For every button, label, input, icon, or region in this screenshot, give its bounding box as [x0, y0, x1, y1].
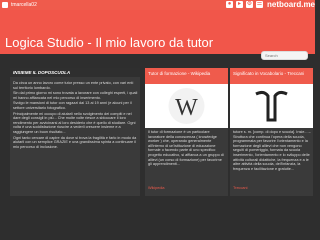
main-paragraph: Principalmente mi occupo di aiutarli nel…: [13, 111, 136, 134]
card-header: Significato in Vocabolario - Treccani: [230, 68, 313, 84]
user-name[interactable]: tmarcella02: [11, 1, 37, 9]
link-card-treccani[interactable]: Significato in Vocabolario - Treccani tu…: [230, 68, 313, 196]
main-card-header: INSIEME IL DOPOSCUOLA: [10, 68, 140, 77]
card-text: Il tutor di formazione è un particolare …: [148, 130, 224, 167]
main-card-title: INSIEME IL DOPOSCUOLA: [13, 70, 71, 75]
main-card-body: Da circa un anno lavoro come tutor press…: [13, 81, 138, 149]
top-bar: tmarcella02 ● ▸ ⚙ ☰ netboard.me: [0, 0, 315, 10]
board-header: Logica Studio - Il mio lavoro da tutor: [0, 10, 315, 54]
search-placeholder: Search: [265, 53, 278, 58]
wikipedia-logo-icon: W: [168, 88, 205, 124]
main-paragraph: Svolgo le mansioni di tutor con ragazzi …: [13, 101, 132, 110]
avatar[interactable]: [2, 2, 8, 8]
main-paragraph: Da circa un anno lavoro come tutor press…: [13, 81, 134, 90]
card-text: tutore s. m. [comp. di dopo e scuola]. I…: [233, 130, 311, 171]
card-title[interactable]: Significato in Vocabolario - Treccani: [233, 71, 311, 76]
main-paragraph: Sin dal primo giorno mi sono trovata a l…: [13, 91, 138, 100]
svg-text:W: W: [175, 95, 198, 121]
card-source-label[interactable]: Wikipedia: [148, 186, 164, 190]
main-paragraph: Ogni tanto cercare di capire da dove si …: [13, 135, 137, 149]
search-input[interactable]: Search: [261, 51, 308, 60]
link-card-wikipedia[interactable]: Tutor di formazione - Wikipedia W Il tut…: [145, 68, 228, 196]
gear-icon[interactable]: ⚙: [246, 1, 253, 8]
brand-logo[interactable]: netboard.me: [267, 0, 315, 10]
page-title: Logica Studio - Il mio lavoro da tutor: [5, 35, 214, 50]
card-source[interactable]: Treccani: [233, 186, 247, 191]
card-source[interactable]: Wikipedia: [148, 186, 164, 191]
card-source-label[interactable]: Treccani: [233, 186, 247, 190]
bell-icon[interactable]: ●: [226, 1, 233, 8]
card-image[interactable]: [230, 84, 313, 128]
main-note-card[interactable]: INSIEME IL DOPOSCUOLA Da circa un anno l…: [10, 68, 140, 196]
share-icon[interactable]: ▸: [236, 1, 243, 8]
treccani-logo-icon: [255, 90, 288, 122]
card-image[interactable]: W: [145, 84, 228, 128]
card-title[interactable]: Tutor di formazione - Wikipedia: [148, 71, 226, 76]
card-header: Tutor di formazione - Wikipedia: [145, 68, 228, 84]
menu-icon[interactable]: ☰: [256, 1, 263, 8]
